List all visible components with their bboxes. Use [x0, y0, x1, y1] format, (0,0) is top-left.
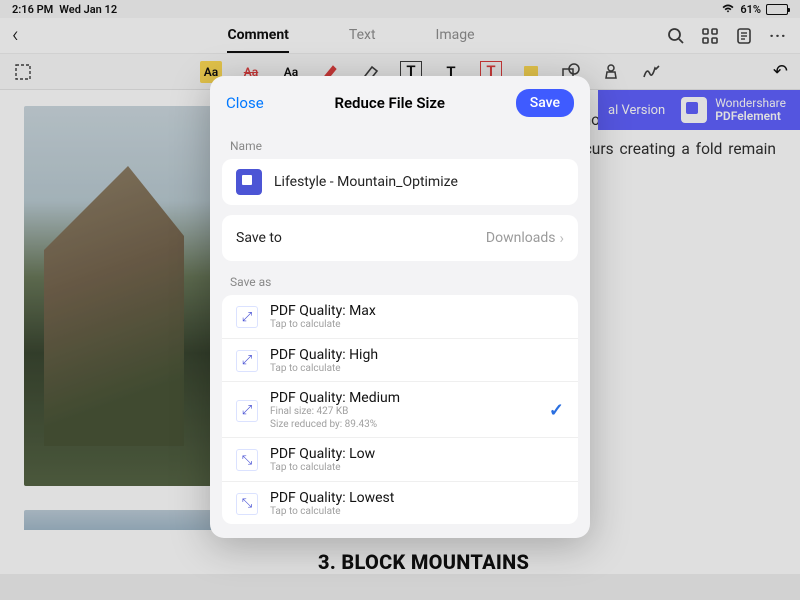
quality-title: PDF Quality: Lowest — [270, 490, 394, 506]
chevron-right-icon: › — [559, 229, 564, 247]
quality-option-max[interactable]: ⤢ PDF Quality: Max Tap to calculate — [222, 295, 578, 339]
quality-title: PDF Quality: Max — [270, 303, 376, 319]
modal-overlay: Close Reduce File Size Save Name Lifesty… — [0, 0, 800, 600]
quality-title: PDF Quality: High — [270, 347, 378, 363]
quality-subtitle: Tap to calculate — [270, 363, 378, 376]
quality-subtitle: Tap to calculate — [270, 506, 394, 519]
quality-subtitle: Tap to calculate — [270, 319, 376, 332]
name-section-label: Name — [210, 125, 590, 159]
save-button[interactable]: Save — [516, 89, 574, 117]
quality-option-lowest[interactable]: ⤡ PDF Quality: Lowest Tap to calculate — [222, 482, 578, 525]
quality-title: PDF Quality: Medium — [270, 390, 400, 406]
quality-subtitle-1: Final size: 427 KB — [270, 406, 400, 419]
quality-subtitle: Tap to calculate — [270, 462, 375, 475]
quality-option-medium[interactable]: ⤢ PDF Quality: Medium Final size: 427 KB… — [222, 382, 578, 438]
quality-option-low[interactable]: ⤡ PDF Quality: Low Tap to calculate — [222, 438, 578, 482]
file-type-icon — [236, 169, 262, 195]
save-to-label: Save to — [236, 230, 282, 246]
save-to-value: Downloads — [486, 230, 556, 246]
close-button[interactable]: Close — [226, 94, 264, 112]
reduce-file-size-modal: Close Reduce File Size Save Name Lifesty… — [210, 76, 590, 538]
filename-row[interactable]: Lifestyle - Mountain_Optimize — [222, 159, 578, 205]
quality-option-high[interactable]: ⤢ PDF Quality: High Tap to calculate — [222, 339, 578, 383]
quality-title: PDF Quality: Low — [270, 446, 375, 462]
save-as-section-label: Save as — [210, 261, 590, 295]
quality-icon: ⤢ — [236, 350, 258, 372]
quality-icon: ⤢ — [236, 400, 258, 422]
quality-icon: ⤡ — [236, 449, 258, 471]
save-to-row[interactable]: Save to Downloads › — [222, 215, 578, 261]
filename-text: Lifestyle - Mountain_Optimize — [274, 174, 458, 190]
quality-subtitle-2: Size reduced by: 89.43% — [270, 419, 400, 432]
modal-title: Reduce File Size — [334, 94, 444, 112]
quality-icon: ⤢ — [236, 306, 258, 328]
check-icon: ✓ — [549, 400, 564, 421]
quality-icon: ⤡ — [236, 493, 258, 515]
